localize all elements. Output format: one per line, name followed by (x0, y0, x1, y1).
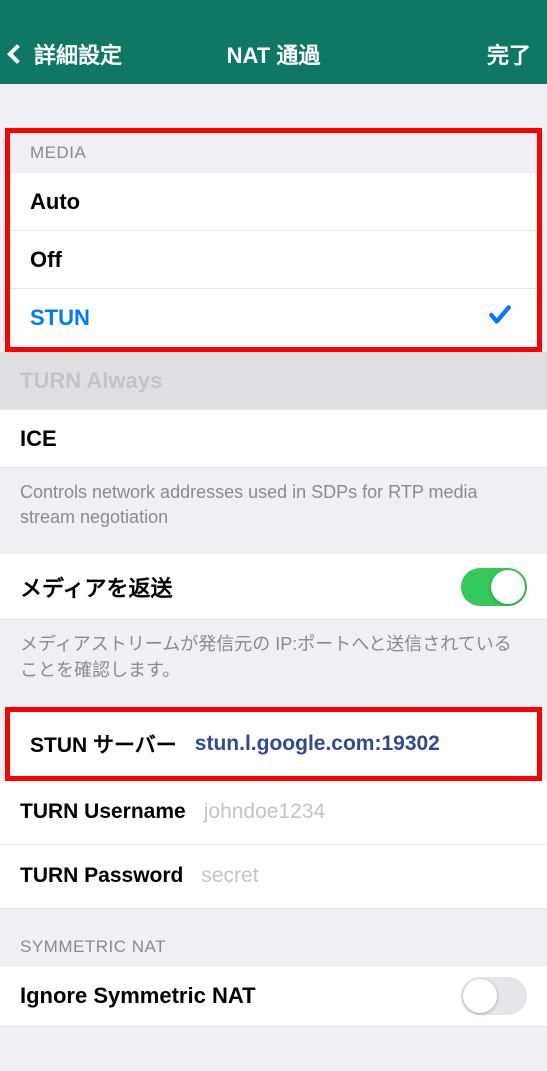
done-button[interactable]: 完了 (487, 38, 531, 70)
media-option-ice[interactable]: ICE (0, 410, 547, 468)
turn-password-row[interactable]: TURN Password secret (0, 845, 547, 909)
back-label: 詳細設定 (34, 38, 122, 70)
option-label: TURN Always (20, 368, 162, 394)
stun-server-highlight-box: STUN サーバー stun.l.google.com:19302 (5, 707, 542, 781)
option-label: ICE (20, 426, 57, 452)
option-label: Off (30, 247, 62, 273)
media-option-turn-always: TURN Always (0, 352, 547, 410)
reflect-media-toggle[interactable] (461, 568, 527, 606)
stun-server-value: stun.l.google.com:19302 (195, 732, 440, 756)
turn-password-placeholder: secret (201, 864, 258, 888)
symmetric-nat-header: SYMMETRIC NAT (0, 909, 547, 967)
media-option-auto[interactable]: Auto (10, 173, 537, 231)
back-button[interactable]: 詳細設定 (0, 38, 122, 70)
navigation-bar: 詳細設定 NAT 通過 完了 (0, 0, 547, 84)
turn-username-label: TURN Username (20, 800, 186, 824)
reflect-media-row: メディアを返送 (0, 554, 547, 620)
option-label: STUN (30, 305, 90, 331)
media-section-header: MEDIA (10, 133, 537, 173)
toggle-knob (463, 979, 497, 1013)
option-label: Auto (30, 189, 80, 215)
turn-username-placeholder: johndoe1234 (204, 800, 325, 824)
reflect-footer: メディアストリームが発信元の IP:ポートへと送信されていることを確認します。 (0, 620, 547, 706)
ignore-symmetric-nat-row: Ignore Symmetric NAT (0, 967, 547, 1027)
chevron-left-icon (7, 44, 27, 64)
checkmark-icon (487, 302, 513, 334)
ignore-symmetric-label: Ignore Symmetric NAT (20, 983, 256, 1009)
ignore-symmetric-toggle[interactable] (461, 977, 527, 1015)
stun-server-row[interactable]: STUN サーバー stun.l.google.com:19302 (10, 712, 537, 776)
media-option-stun[interactable]: STUN (10, 289, 537, 347)
reflect-media-label: メディアを返送 (20, 571, 172, 603)
turn-password-label: TURN Password (20, 864, 183, 888)
media-option-off[interactable]: Off (10, 231, 537, 289)
stun-server-label: STUN サーバー (30, 729, 177, 759)
media-highlight-box: MEDIA Auto Off STUN (5, 128, 542, 352)
turn-username-row[interactable]: TURN Username johndoe1234 (0, 781, 547, 845)
toggle-knob (491, 570, 525, 604)
media-footer: Controls network addresses used in SDPs … (0, 468, 547, 554)
